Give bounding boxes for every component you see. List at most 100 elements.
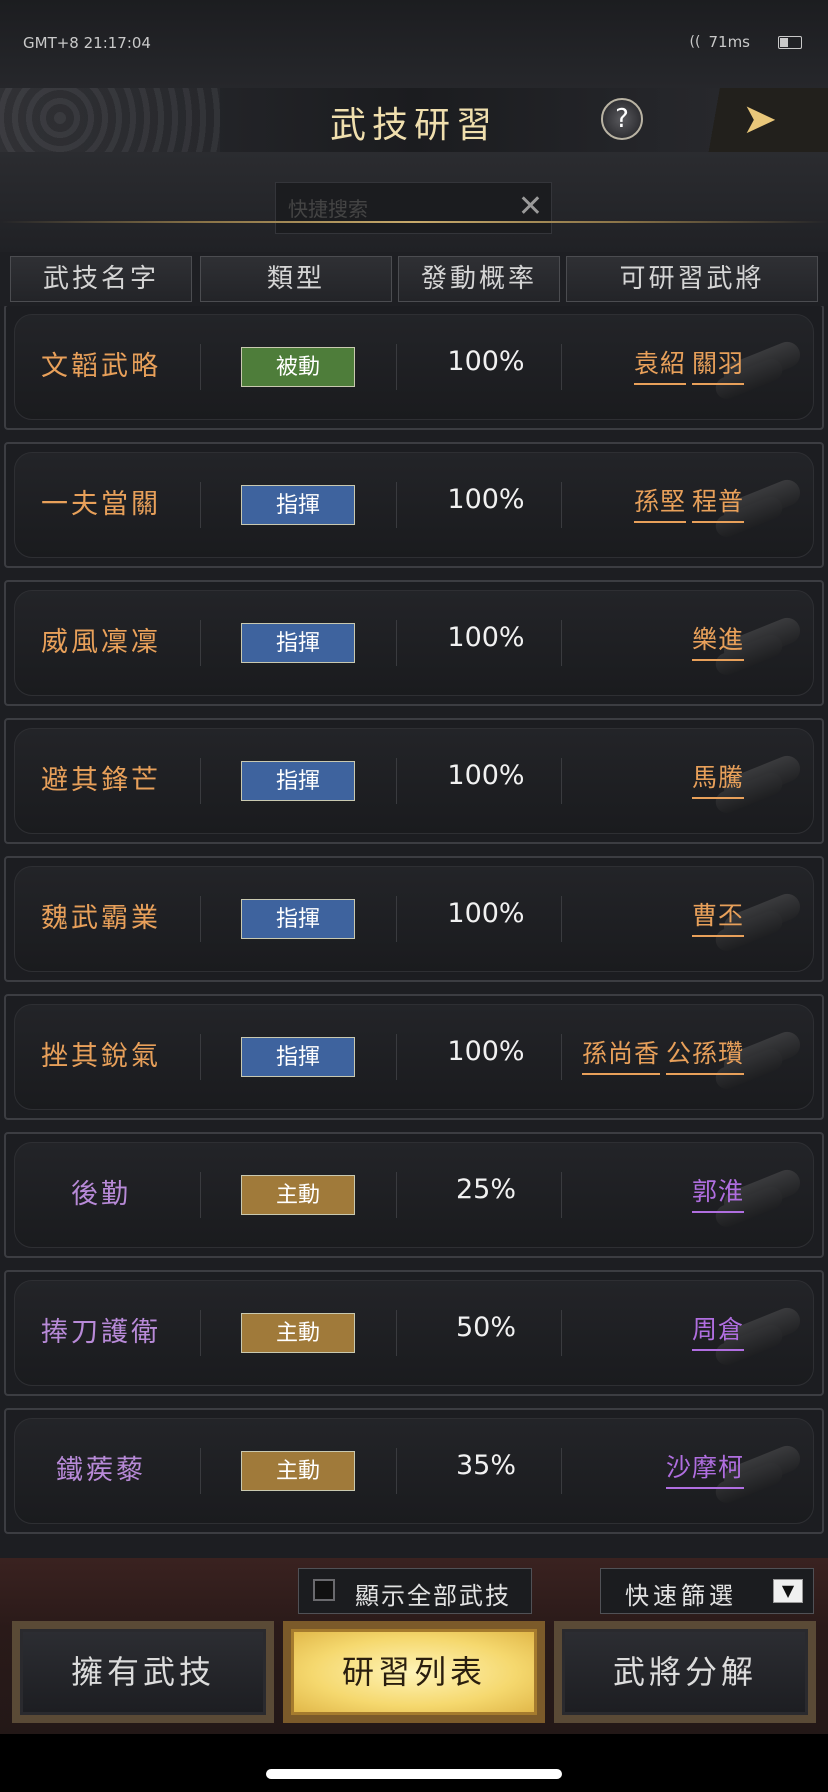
show-all-checkbox[interactable] — [313, 1579, 335, 1601]
column-divider — [200, 1172, 201, 1218]
general-link[interactable]: 孫尚香 — [581, 1034, 660, 1075]
general-list: 周倉 — [691, 1310, 744, 1351]
column-divider — [561, 1448, 562, 1494]
chevron-down-icon[interactable]: ▼ — [773, 1579, 803, 1603]
skill-type-badge: 指揮 — [241, 623, 355, 663]
general-link[interactable]: 曹丕 — [691, 896, 744, 937]
skill-row[interactable]: 一夫當關 指揮 100% 孫堅 程普 — [4, 442, 824, 568]
column-divider — [200, 1034, 201, 1080]
trigger-rate: 100% — [447, 898, 525, 929]
skill-name: 一夫當關 — [41, 489, 161, 520]
show-all-toggle[interactable]: 顯示全部武技 — [298, 1568, 532, 1614]
quick-filter-label: 快速篩選 — [625, 1582, 737, 1610]
column-divider — [200, 1448, 201, 1494]
general-link[interactable]: 孫堅 — [633, 482, 686, 523]
column-divider — [561, 1310, 562, 1356]
skill-type-badge: 指揮 — [241, 485, 355, 525]
general-list: 曹丕 — [691, 896, 744, 937]
tab-general-decompose[interactable]: 武將分解 — [554, 1621, 816, 1723]
skill-row[interactable]: 鐵蒺藜 主動 35% 沙摩柯 — [4, 1408, 824, 1534]
tab-study-list[interactable]: 研習列表 — [283, 1621, 545, 1723]
arrow-right-icon: ➤ — [742, 94, 778, 143]
column-divider — [200, 1310, 201, 1356]
skill-row[interactable]: 避其鋒芒 指揮 100% 馬騰 — [4, 718, 824, 844]
header-type[interactable]: 類型 — [200, 256, 392, 302]
skill-type-badge: 主動 — [241, 1451, 355, 1491]
general-link[interactable]: 沙摩柯 — [665, 1448, 744, 1489]
skill-row[interactable]: 文韜武略 被動 100% 袁紹 關羽 — [4, 306, 824, 430]
general-list: 孫尚香 公孫瓚 — [581, 1034, 744, 1075]
column-headers: 武技名字 類型 發動概率 可研習武將 — [0, 252, 828, 312]
column-divider — [561, 482, 562, 528]
clear-search-icon[interactable]: ✕ — [518, 190, 543, 224]
trigger-rate: 100% — [447, 346, 525, 377]
skill-row[interactable]: 後勤 主動 25% 郭淮 — [4, 1132, 824, 1258]
general-link[interactable]: 馬騰 — [691, 758, 744, 799]
general-link[interactable]: 袁紹 — [633, 344, 686, 385]
column-divider — [200, 344, 201, 390]
trigger-rate: 100% — [447, 760, 525, 791]
skill-name: 捧刀護衛 — [41, 1317, 161, 1348]
status-bar: GMT+8 21:17:04 (( 71ms — [0, 0, 828, 88]
column-divider — [200, 758, 201, 804]
show-all-label: 顯示全部武技 — [355, 1582, 511, 1610]
general-list: 郭淮 — [691, 1172, 744, 1213]
general-link[interactable]: 公孫瓚 — [665, 1034, 744, 1075]
trigger-rate: 100% — [447, 484, 525, 515]
column-divider — [561, 1172, 562, 1218]
skill-name: 後勤 — [71, 1179, 131, 1210]
skill-type-badge: 指揮 — [241, 1037, 355, 1077]
column-divider — [561, 344, 562, 390]
tab-owned-skills[interactable]: 擁有武技 — [12, 1621, 274, 1723]
back-button[interactable]: ➤ — [690, 88, 828, 152]
general-link[interactable]: 關羽 — [691, 344, 744, 385]
trigger-rate: 25% — [455, 1174, 516, 1205]
quick-filter-dropdown[interactable]: 快速篩選 ▼ — [600, 1568, 814, 1614]
skill-row[interactable]: 挫其銳氣 指揮 100% 孫尚香 公孫瓚 — [4, 994, 824, 1120]
column-divider — [200, 896, 201, 942]
trigger-rate: 50% — [455, 1312, 516, 1343]
skill-type-badge: 被動 — [241, 347, 355, 387]
general-link[interactable]: 周倉 — [691, 1310, 744, 1351]
header-rate[interactable]: 發動概率 — [398, 256, 560, 302]
skill-type-badge: 主動 — [241, 1175, 355, 1215]
tab-label: 武將分解 — [562, 1629, 808, 1715]
search-area: ✕ — [0, 152, 828, 252]
search-box[interactable]: ✕ — [275, 182, 552, 234]
skill-list[interactable]: 文韜武略 被動 100% 袁紹 關羽 一夫當關 指揮 100% 孫堅 程普 威風凜凜… — [0, 306, 828, 1558]
skill-type-badge: 主動 — [241, 1313, 355, 1353]
skill-name: 鐵蒺藜 — [56, 1455, 146, 1486]
gold-divider — [0, 221, 828, 223]
column-divider — [200, 482, 201, 528]
general-list: 樂進 — [691, 620, 744, 661]
column-divider — [561, 1034, 562, 1080]
ping-label: 71ms — [708, 33, 750, 51]
general-link[interactable]: 郭淮 — [691, 1172, 744, 1213]
general-list: 袁紹 關羽 — [633, 344, 744, 385]
skill-row[interactable]: 魏武霸業 指揮 100% 曹丕 — [4, 856, 824, 982]
general-list: 孫堅 程普 — [633, 482, 744, 523]
trigger-rate: 100% — [447, 1036, 525, 1067]
skill-row[interactable]: 威風凜凜 指揮 100% 樂進 — [4, 580, 824, 706]
skill-row[interactable]: 捧刀護衛 主動 50% 周倉 — [4, 1270, 824, 1396]
skill-name: 避其鋒芒 — [41, 765, 161, 796]
help-button[interactable]: ? — [601, 98, 643, 140]
general-link[interactable]: 樂進 — [691, 620, 744, 661]
skill-type-badge: 指揮 — [241, 761, 355, 801]
trigger-rate: 100% — [447, 622, 525, 653]
header-generals[interactable]: 可研習武將 — [566, 256, 818, 302]
skill-name: 挫其銳氣 — [41, 1041, 161, 1072]
skill-name: 魏武霸業 — [41, 903, 161, 934]
signal-icon: (( — [689, 34, 701, 50]
general-link[interactable]: 程普 — [691, 482, 744, 523]
home-indicator[interactable] — [266, 1769, 562, 1779]
battery-icon — [778, 35, 802, 49]
status-time: GMT+8 21:17:04 — [23, 34, 151, 52]
column-divider — [561, 758, 562, 804]
tab-label: 擁有武技 — [20, 1629, 266, 1715]
general-list: 沙摩柯 — [665, 1448, 744, 1489]
home-indicator-bar — [0, 1734, 828, 1792]
header-skill-name[interactable]: 武技名字 — [10, 256, 192, 302]
trigger-rate: 35% — [455, 1450, 516, 1481]
skill-type-badge: 指揮 — [241, 899, 355, 939]
